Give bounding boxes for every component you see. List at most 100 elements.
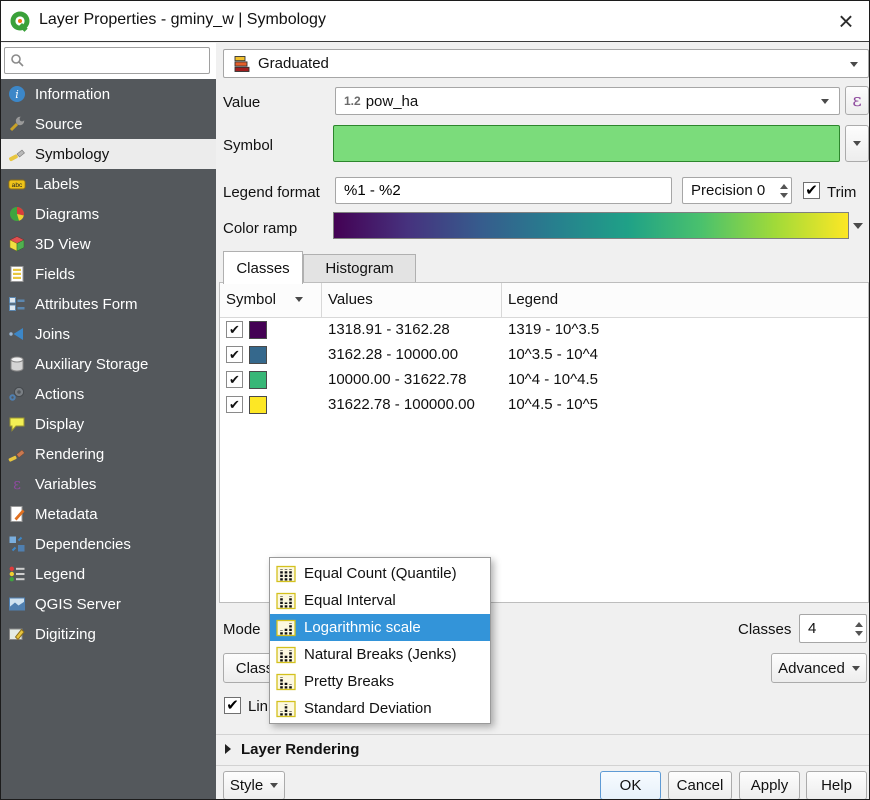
sidebar-item-rendering[interactable]: Rendering (1, 439, 216, 469)
sidebar-item-label: Information (35, 86, 110, 103)
row-checkbox[interactable]: ✔ (226, 321, 243, 338)
value-field-select[interactable]: 1.2 pow_ha (335, 87, 840, 115)
sidebar-item-label: 3D View (35, 236, 91, 253)
sidebar-item-qgis-server[interactable]: QGIS Server (1, 589, 216, 619)
sidebar-item-variables[interactable]: εVariables (1, 469, 216, 499)
menu-item-equal-count-quantile[interactable]: Equal Count (Quantile) (270, 560, 490, 587)
spin-down-icon[interactable] (855, 631, 863, 636)
sidebar-item-fields[interactable]: Fields (1, 259, 216, 289)
sidebar-item-label: Diagrams (35, 206, 99, 223)
rendering-icon (7, 445, 27, 463)
search-input[interactable] (4, 47, 210, 74)
table-row[interactable]: ✔ 10000.00 - 31622.78 10^4 - 10^4.5 (220, 368, 868, 393)
sidebar-item-label: Labels (35, 176, 79, 193)
renderer-type-select[interactable]: Graduated (223, 49, 869, 78)
class-legend[interactable]: 10^4 - 10^4.5 (508, 371, 598, 388)
color-ramp-dropdown-icon[interactable] (853, 223, 863, 229)
value-label: Value (223, 94, 260, 111)
sort-indicator-icon[interactable] (295, 297, 303, 302)
menu-item-label: Standard Deviation (304, 700, 432, 717)
class-legend[interactable]: 1319 - 10^3.5 (508, 321, 599, 338)
display-icon (7, 415, 27, 433)
class-values[interactable]: 3162.28 - 10000.00 (328, 346, 458, 363)
class-color-swatch[interactable] (249, 346, 267, 364)
sidebar-item-digitizing[interactable]: Digitizing (1, 619, 216, 649)
sidebar-item-joins[interactable]: Joins (1, 319, 216, 349)
menu-item-equal-interval[interactable]: Equal Interval (270, 587, 490, 614)
table-row[interactable]: ✔ 1318.91 - 3162.28 1319 - 10^3.5 (220, 318, 868, 343)
row-checkbox[interactable]: ✔ (226, 371, 243, 388)
table-row[interactable]: ✔ 3162.28 - 10000.00 10^3.5 - 10^4 (220, 343, 868, 368)
class-legend[interactable]: 10^4.5 - 10^5 (508, 396, 598, 413)
window-title: Layer Properties - gminy_w | Symbology (39, 11, 326, 29)
spin-down-icon[interactable] (780, 193, 788, 198)
class-color-swatch[interactable] (249, 396, 267, 414)
sidebar-item-legend[interactable]: Legend (1, 559, 216, 589)
tab-histogram[interactable]: Histogram (303, 254, 416, 283)
precision-spinbox[interactable]: Precision 0 (682, 177, 792, 204)
fields-icon (7, 265, 27, 283)
spin-up-icon[interactable] (855, 622, 863, 627)
class-values[interactable]: 1318.91 - 3162.28 (328, 321, 450, 338)
classes-label: Classes (738, 621, 791, 638)
column-header-values[interactable]: Values (328, 291, 373, 308)
sidebar-item-source[interactable]: Source (1, 109, 216, 139)
sidebar-item-auxiliary-storage[interactable]: Auxiliary Storage (1, 349, 216, 379)
sidebar-item-label: Attributes Form (35, 296, 138, 313)
sidebar-item-attributes-form[interactable]: Attributes Form (1, 289, 216, 319)
classes-spinbox[interactable]: 4 (799, 614, 867, 643)
style-button[interactable]: Style (223, 771, 285, 800)
apply-button[interactable]: Apply (739, 771, 800, 800)
symbol-preview[interactable] (333, 125, 840, 162)
tab-classes[interactable]: Classes (223, 251, 303, 284)
column-header-symbol[interactable]: Symbol (226, 291, 276, 308)
advanced-button[interactable]: Advanced (771, 653, 867, 683)
sidebar-item-labels[interactable]: abcLabels (1, 169, 216, 199)
sidebar-item-display[interactable]: Display (1, 409, 216, 439)
sidebar-item-label: Digitizing (35, 626, 96, 643)
menu-item-label: Equal Interval (304, 592, 396, 609)
menu-item-pretty-breaks[interactable]: Pretty Breaks (270, 668, 490, 695)
ok-button[interactable]: OK (600, 771, 661, 800)
sidebar-item-label: Auxiliary Storage (35, 356, 148, 373)
menu-item-natural-breaks-jenks[interactable]: Natural Breaks (Jenks) (270, 641, 490, 668)
sidebar-item-actions[interactable]: Actions (1, 379, 216, 409)
sidebar-item-3d-view[interactable]: 3D View (1, 229, 216, 259)
class-legend[interactable]: 10^3.5 - 10^4 (508, 346, 598, 363)
chevron-down-icon (270, 783, 278, 788)
sidebar-item-symbology[interactable]: Symbology (1, 139, 216, 169)
class-color-swatch[interactable] (249, 371, 267, 389)
row-checkbox[interactable]: ✔ (226, 396, 243, 413)
color-ramp-bar[interactable] (333, 212, 849, 239)
row-checkbox[interactable]: ✔ (226, 346, 243, 363)
menu-item-logarithmic-scale[interactable]: Logarithmic scale (270, 614, 490, 641)
expander-arrow-icon[interactable] (225, 744, 231, 754)
expression-builder-button[interactable]: ε (845, 86, 869, 115)
classes-table: Symbol Values Legend ✔ 1318.91 - 3162.28 1… (219, 282, 869, 603)
trim-checkbox[interactable]: ✔ (803, 182, 820, 199)
sidebar-item-diagrams[interactable]: Diagrams (1, 199, 216, 229)
column-header-legend[interactable]: Legend (508, 291, 558, 308)
classes-spin-arrows[interactable] (855, 615, 863, 642)
help-button[interactable]: Help (806, 771, 867, 800)
class-color-swatch[interactable] (249, 321, 267, 339)
renderer-type-value: Graduated (258, 55, 329, 72)
sidebar-item-label: Metadata (35, 506, 98, 523)
precision-spin-arrows[interactable] (780, 178, 788, 203)
cancel-button[interactable]: Cancel (668, 771, 732, 800)
sidebar-item-dependencies[interactable]: Dependencies (1, 529, 216, 559)
class-values[interactable]: 31622.78 - 100000.00 (328, 396, 475, 413)
legend-format-input[interactable] (335, 177, 672, 204)
close-icon[interactable]: × (829, 6, 863, 36)
symbol-dropdown-button[interactable] (845, 125, 869, 162)
sidebar-item-metadata[interactable]: Metadata (1, 499, 216, 529)
class-values[interactable]: 10000.00 - 31622.78 (328, 371, 466, 388)
table-row[interactable]: ✔ 31622.78 - 100000.00 10^4.5 - 10^5 (220, 393, 868, 418)
trim-label: Trim (827, 184, 856, 201)
sidebar-item-information[interactable]: iInformation (1, 79, 216, 109)
link-class-boundaries-checkbox[interactable]: ✔ (224, 697, 241, 714)
spin-up-icon[interactable] (780, 184, 788, 189)
menu-item-standard-deviation[interactable]: Standard Deviation (270, 695, 490, 722)
menu-item-label: Logarithmic scale (304, 619, 421, 636)
layer-rendering-expander[interactable]: Layer Rendering (241, 741, 359, 758)
